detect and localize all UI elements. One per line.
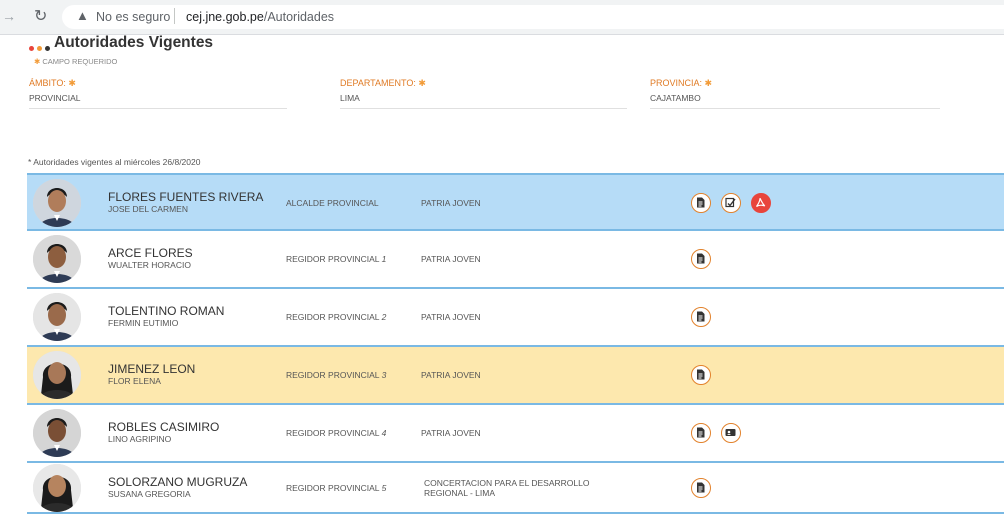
address-bar[interactable]: ▲ No es seguro cej.jne.gob.pe/Autoridade… [62, 5, 1004, 29]
reload-icon[interactable]: ↻ [34, 6, 47, 26]
security-status[interactable]: No es seguro [96, 10, 170, 24]
authority-surname: ROBLES CASIMIRO [108, 420, 220, 434]
position-number: 2 [381, 312, 387, 322]
organization-name: PATRIA JOVEN [421, 254, 481, 264]
authority-row[interactable]: FLORES FUENTES RIVERA JOSE DEL CARMEN ALCA… [27, 173, 1004, 231]
avatar [33, 179, 81, 227]
dark-dot [45, 46, 50, 52]
position-number: 5 [381, 483, 387, 493]
authority-position: REGIDOR PROVINCIAL 2 [286, 312, 386, 322]
authority-given-names: WUALTER HORACIO [108, 260, 191, 270]
required-note: ✱ CAMPO REQUERIDO [34, 57, 118, 66]
organization-name: PATRIA JOVEN [421, 312, 481, 322]
page-title: Autoridades Vigentes [54, 34, 214, 51]
political-organization: PATRIA JOVEN [421, 428, 481, 438]
signed-document-icon[interactable] [721, 193, 741, 213]
orange-dot [37, 46, 42, 52]
authority-row[interactable]: JIMENEZ LEON FLOR ELENA REGIDOR PROVINCIAL… [27, 347, 1004, 405]
avatar [33, 464, 81, 512]
title-dots [29, 40, 53, 58]
authority-row[interactable]: TOLENTINO ROMAN FERMIN EUTIMIO REGIDOR PRO… [27, 289, 1004, 347]
ambito-label: ÁMBITO: ✱ [29, 78, 76, 88]
avatar [33, 351, 81, 399]
authority-surname: SOLORZANO MUGRUZA [108, 475, 248, 489]
authority-position: REGIDOR PROVINCIAL 3 [286, 370, 386, 380]
back-arrow-icon[interactable]: → [2, 8, 16, 24]
authority-given-names: SUSANA GREGORIA [108, 489, 191, 499]
organization-name: PATRIA JOVEN [421, 370, 481, 380]
url-text[interactable]: cej.jne.gob.pe/Autoridades [186, 10, 334, 24]
authority-position: REGIDOR PROVINCIAL 5 [286, 483, 386, 493]
authority-row[interactable]: ARCE FLORES WUALTER HORACIO REGIDOR PROVIN… [27, 231, 1004, 289]
political-organization: CONCERTACION PARA EL DESARROLLO REGIONAL … [424, 478, 589, 498]
authority-position: ALCALDE PROVINCIAL [286, 198, 379, 208]
position-number: 1 [381, 254, 387, 264]
avatar [33, 235, 81, 283]
document-icon[interactable] [691, 193, 711, 213]
pdf-icon[interactable] [751, 193, 771, 213]
organization-name: PATRIA JOVEN [421, 198, 481, 208]
authority-surname: JIMENEZ LEON [108, 362, 196, 376]
position-title: REGIDOR PROVINCIAL [286, 370, 380, 380]
warning-icon[interactable]: ▲ [76, 8, 89, 23]
position-number: 3 [381, 370, 387, 380]
political-organization: PATRIA JOVEN [421, 370, 481, 380]
position-title: ALCALDE PROVINCIAL [286, 198, 379, 208]
authority-given-names: FERMIN EUTIMIO [108, 318, 179, 328]
browser-toolbar: → ↻ ▲ No es seguro cej.jne.gob.pe/Autori… [0, 0, 1004, 35]
document-icon[interactable] [691, 365, 711, 385]
authority-given-names: JOSE DEL CARMEN [108, 204, 188, 214]
validity-note: * Autoridades vigentes al miércoles 26/8… [28, 157, 201, 167]
authority-row[interactable]: ROBLES CASIMIRO LINO AGRIPINO REGIDOR PROV… [27, 405, 1004, 463]
document-icon[interactable] [691, 307, 711, 327]
position-title: REGIDOR PROVINCIAL [286, 254, 380, 264]
authority-given-names: FLOR ELENA [108, 376, 161, 386]
authority-position: REGIDOR PROVINCIAL 1 [286, 254, 386, 264]
document-icon[interactable] [691, 478, 711, 498]
position-title: REGIDOR PROVINCIAL [286, 312, 380, 322]
id-card-icon[interactable] [721, 423, 741, 443]
position-title: REGIDOR PROVINCIAL [286, 428, 380, 438]
provincia-label: PROVINCIA: ✱ [650, 78, 713, 88]
organization-name-line2: REGIONAL - LIMA [424, 488, 496, 498]
avatar [33, 293, 81, 341]
political-organization: PATRIA JOVEN [421, 312, 481, 322]
authority-surname: FLORES FUENTES RIVERA [108, 190, 264, 204]
departamento-label: DEPARTAMENTO: ✱ [340, 78, 426, 88]
ambito-select[interactable]: PROVINCIAL [29, 93, 287, 109]
document-icon[interactable] [691, 249, 711, 269]
authority-surname: TOLENTINO ROMAN [108, 304, 225, 318]
political-organization: PATRIA JOVEN [421, 254, 481, 264]
authority-row[interactable]: SOLORZANO MUGRUZA SUSANA GREGORIA REGIDOR … [27, 463, 1004, 514]
position-number: 4 [381, 428, 387, 438]
authority-surname: ARCE FLORES [108, 246, 193, 260]
authority-given-names: LINO AGRIPINO [108, 434, 172, 444]
red-dot [29, 46, 34, 52]
provincia-select[interactable]: CAJATAMBO [650, 93, 940, 109]
authority-position: REGIDOR PROVINCIAL 4 [286, 428, 386, 438]
organization-name: PATRIA JOVEN [421, 428, 481, 438]
departamento-select[interactable]: LIMA [340, 93, 627, 109]
position-title: REGIDOR PROVINCIAL [286, 483, 380, 493]
document-icon[interactable] [691, 423, 711, 443]
organization-name: CONCERTACION PARA EL DESARROLLO [424, 478, 590, 488]
avatar [33, 409, 81, 457]
url-separator [174, 8, 175, 24]
political-organization: PATRIA JOVEN [421, 198, 481, 208]
